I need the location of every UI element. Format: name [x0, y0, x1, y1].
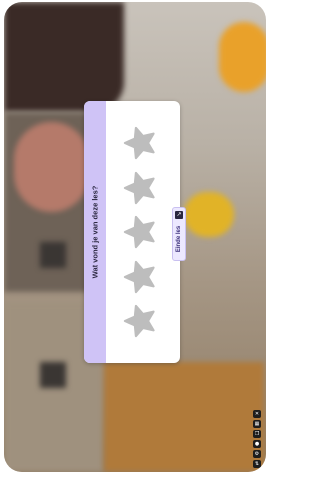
grid-icon[interactable]: ▦ — [253, 420, 261, 428]
exit-icon: ↗ — [175, 211, 183, 219]
end-lesson-button[interactable]: ↗ Einde les — [172, 207, 186, 261]
star-5-icon[interactable] — [122, 303, 158, 339]
background-scene — [104, 362, 264, 472]
rating-card: Wat vond je van deze les? — [84, 101, 180, 363]
video-controls: ✕ ▦ ❐ ● ⚙ ⇅ — [252, 410, 262, 468]
star-1-icon[interactable] — [122, 125, 158, 161]
background-scene — [14, 122, 89, 212]
star-rating — [120, 125, 160, 339]
background-scene — [40, 242, 66, 268]
background-scene — [40, 362, 66, 388]
star-2-icon[interactable] — [122, 170, 158, 206]
end-lesson-label: Einde les — [176, 225, 182, 253]
expand-icon[interactable]: ⇅ — [253, 460, 261, 468]
background-scene — [4, 2, 124, 112]
record-icon[interactable]: ● — [253, 440, 261, 448]
close-icon[interactable]: ✕ — [253, 410, 261, 418]
settings-icon[interactable]: ⚙ — [253, 450, 261, 458]
background-scene — [219, 22, 266, 92]
background-scene — [184, 192, 234, 237]
star-4-icon[interactable] — [122, 259, 158, 295]
star-3-icon[interactable] — [122, 214, 158, 250]
copy-icon[interactable]: ❐ — [253, 430, 261, 438]
rating-question: Wat vond je van deze les? — [90, 185, 100, 279]
video-background: Wat vond je van deze les? ↗ Einde les ✕ … — [4, 2, 266, 472]
